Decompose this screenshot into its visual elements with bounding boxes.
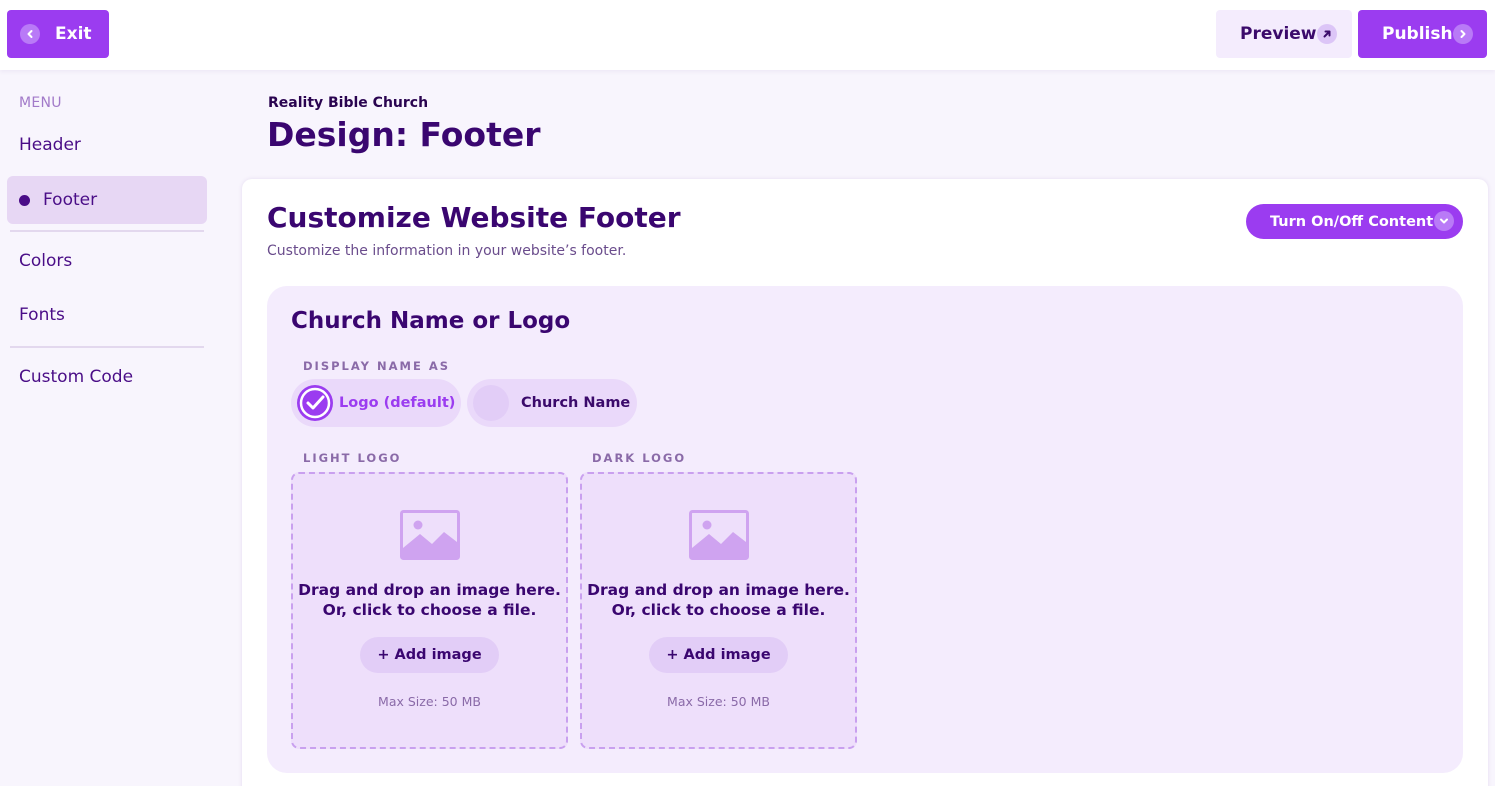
sidebar-item-fonts[interactable]: Fonts	[7, 291, 207, 339]
chevron-right-icon	[1453, 24, 1473, 44]
dropzone-instructions: Drag and drop an image here. Or, click t…	[582, 580, 855, 620]
radio-church-name[interactable]: Church Name	[467, 379, 637, 427]
exit-label: Exit	[55, 24, 92, 44]
image-icon	[400, 510, 460, 564]
dropzone-line-2: Or, click to choose a file.	[322, 601, 537, 619]
radio-logo-default[interactable]: Logo (default)	[291, 379, 461, 427]
sidebar-item-label: Custom Code	[19, 367, 134, 387]
publish-label: Publish	[1382, 24, 1453, 44]
sidebar-divider	[10, 230, 204, 232]
sidebar-item-label: Fonts	[19, 305, 65, 325]
dark-logo-label: DARK LOGO	[592, 451, 687, 465]
turn-on-off-content-button[interactable]: Turn On/Off Content	[1246, 204, 1463, 239]
external-link-icon	[1317, 24, 1337, 44]
menu-label: MENU	[19, 95, 62, 111]
max-size-text: Max Size: 50 MB	[378, 694, 481, 709]
church-name: Reality Bible Church	[268, 95, 429, 111]
sidebar-item-label: Colors	[19, 251, 73, 271]
sidebar-divider	[10, 346, 204, 348]
radio-circle-icon	[473, 385, 509, 421]
chevron-left-icon	[20, 24, 40, 44]
card-title: Customize Website Footer	[267, 201, 681, 234]
toggle-label: Turn On/Off Content	[1270, 213, 1434, 230]
preview-button[interactable]: Preview	[1216, 10, 1352, 58]
radio-label: Logo (default)	[339, 395, 456, 411]
exit-button[interactable]: Exit	[7, 10, 109, 58]
footer-settings-card: Customize Website Footer Customize the i…	[242, 179, 1488, 786]
sidebar-item-colors[interactable]: Colors	[7, 237, 207, 285]
card-subtitle: Customize the information in your websit…	[267, 243, 627, 259]
chevron-down-icon	[1434, 211, 1454, 231]
preview-label: Preview	[1240, 24, 1317, 44]
light-logo-dropzone[interactable]: Drag and drop an image here. Or, click t…	[291, 472, 568, 749]
sidebar-item-label: Footer	[43, 190, 98, 210]
radio-label: Church Name	[521, 395, 631, 411]
top-bar: Exit Preview Publish	[0, 0, 1495, 70]
image-icon	[689, 510, 749, 564]
max-size-text: Max Size: 50 MB	[667, 694, 770, 709]
sidebar-item-header[interactable]: Header	[7, 121, 207, 169]
section-title: Church Name or Logo	[291, 308, 571, 334]
dark-logo-dropzone[interactable]: Drag and drop an image here. Or, click t…	[580, 472, 857, 749]
dropzone-line-2: Or, click to choose a file.	[611, 601, 826, 619]
active-dot-icon	[19, 194, 30, 206]
page-title: Design: Footer	[267, 115, 541, 154]
church-name-or-logo-section: Church Name or Logo DISPLAY NAME AS Logo…	[267, 286, 1463, 773]
dropzone-line-1: Drag and drop an image here.	[587, 581, 850, 599]
sidebar-item-custom-code[interactable]: Custom Code	[7, 353, 207, 401]
light-logo-label: LIGHT LOGO	[303, 451, 402, 465]
add-image-button[interactable]: + Add image	[360, 637, 499, 673]
checkmark-icon	[297, 385, 333, 421]
dropzone-line-1: Drag and drop an image here.	[298, 581, 561, 599]
sidebar-item-footer[interactable]: Footer	[7, 176, 207, 224]
publish-button[interactable]: Publish	[1358, 10, 1487, 58]
dropzone-instructions: Drag and drop an image here. Or, click t…	[293, 580, 566, 620]
add-image-button[interactable]: + Add image	[649, 637, 788, 673]
sidebar-item-label: Header	[19, 135, 81, 155]
display-name-label: DISPLAY NAME AS	[303, 359, 451, 373]
